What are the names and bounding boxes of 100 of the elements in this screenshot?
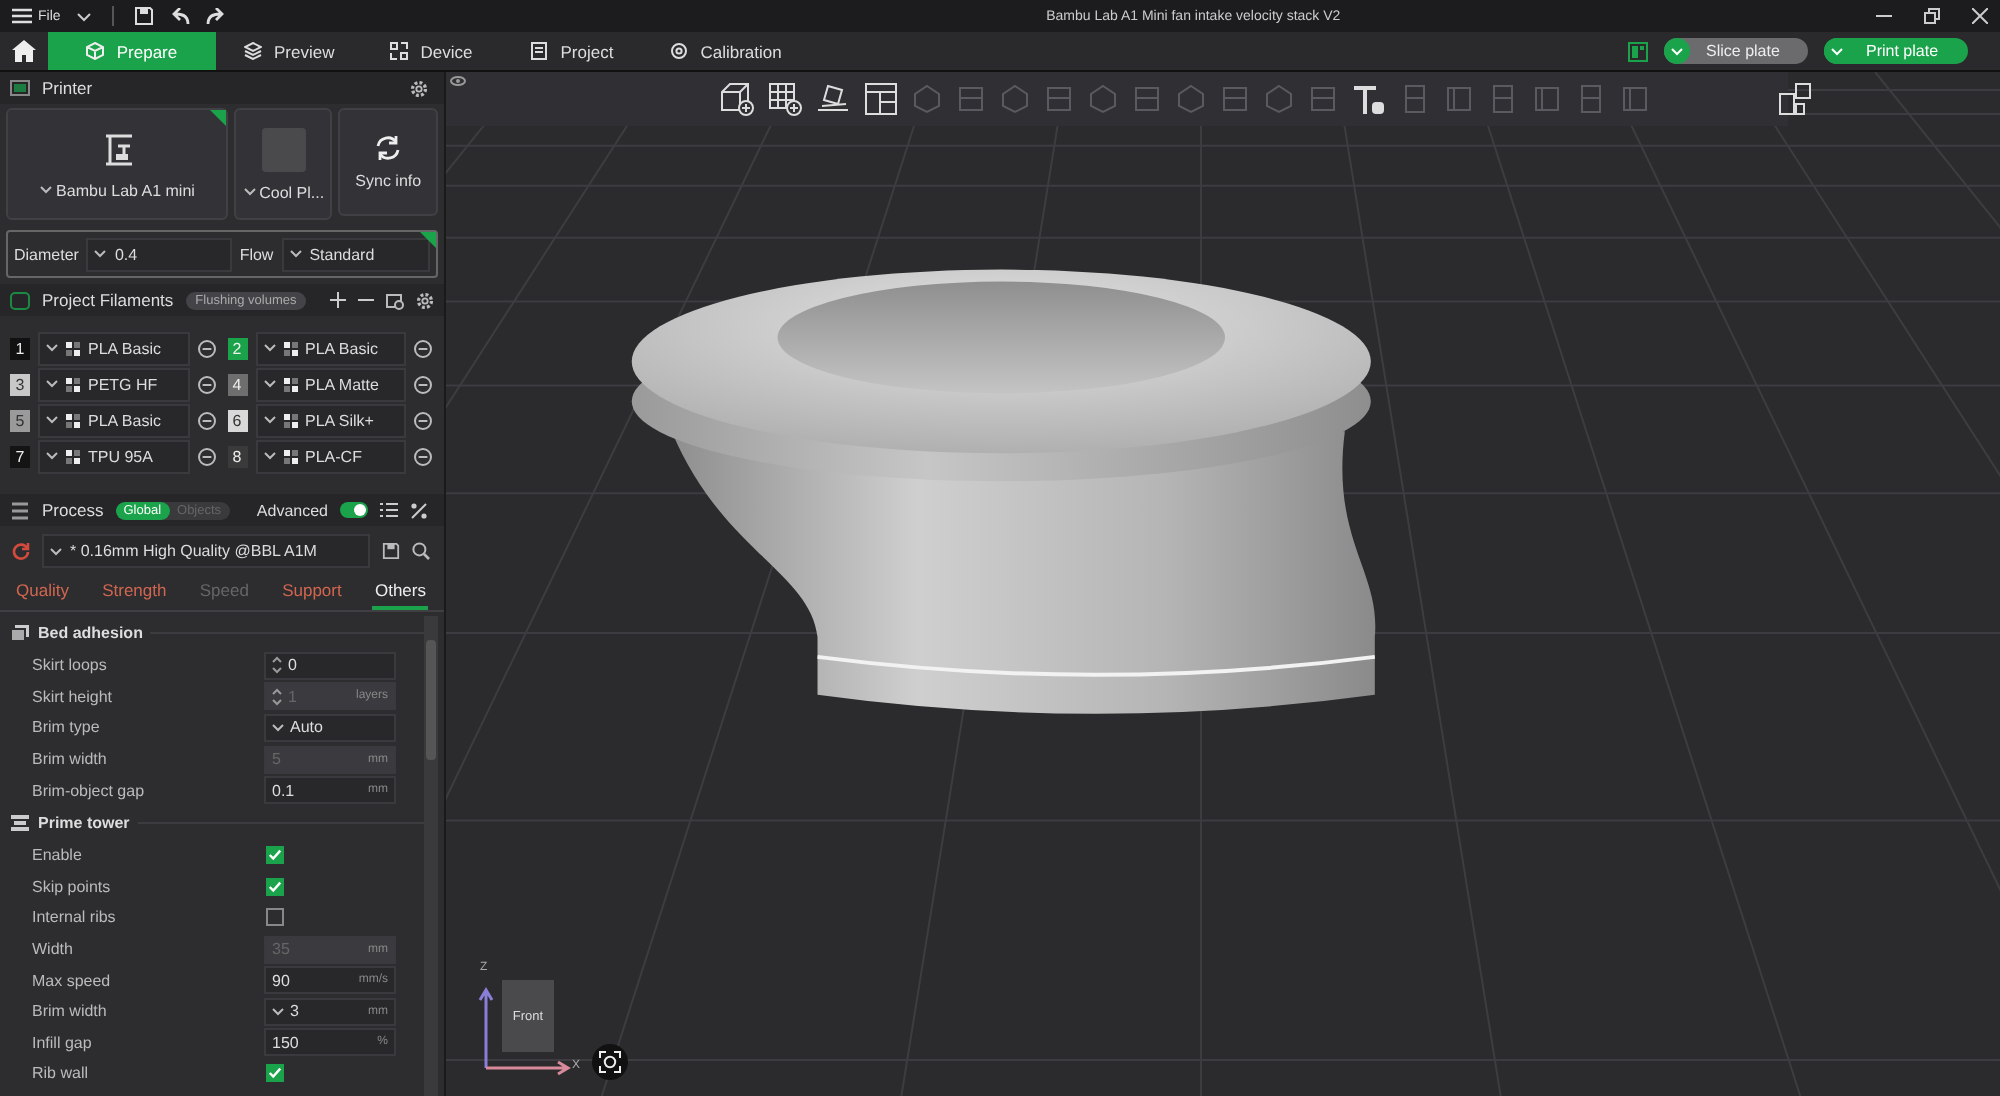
reset-icon[interactable] (12, 542, 30, 560)
caret-icon (46, 380, 58, 388)
redo-icon[interactable] (206, 7, 227, 25)
flow-label: Flow (239, 245, 274, 263)
view-icon[interactable] (450, 76, 466, 86)
flow-dropdown[interactable]: Standard (281, 237, 430, 271)
slice-plate-button[interactable]: Slice plate (1664, 38, 1808, 64)
filament-number[interactable]: 1 (10, 337, 30, 359)
scrollbar[interactable] (424, 616, 438, 1096)
filament-icon (66, 341, 80, 355)
checkbox[interactable] (266, 908, 284, 927)
caret-icon[interactable] (76, 11, 93, 21)
filament-number[interactable]: 7 (10, 445, 30, 467)
filament-number[interactable]: 5 (10, 409, 30, 431)
filament-number[interactable]: 8 (227, 445, 247, 467)
setting-label: Infill gap (32, 1033, 94, 1052)
tab[interactable]: Preview (216, 32, 363, 70)
add-plate-icon[interactable] (768, 82, 802, 116)
tab[interactable]: Calibration (642, 32, 810, 70)
caret-icon (263, 380, 275, 388)
filament-number[interactable]: 3 (10, 373, 30, 395)
setting-label: Brim type (32, 718, 102, 737)
checkbox[interactable] (266, 846, 284, 865)
remove-icon[interactable] (414, 411, 432, 429)
section-title: Printer (42, 78, 93, 98)
caret-icon (94, 250, 107, 258)
filament-dropdown[interactable]: PLA Basic (38, 331, 189, 365)
add-icon[interactable] (330, 292, 347, 308)
remove-icon[interactable] (197, 339, 215, 357)
setting-dropdown[interactable]: Auto (264, 713, 396, 742)
setting-label: Skirt height (32, 687, 115, 706)
printer-card[interactable]: Bambu Lab A1 mini (6, 108, 229, 220)
sync-filament-icon[interactable] (386, 291, 405, 309)
search-icon[interactable] (412, 542, 430, 560)
settings-icon[interactable] (416, 291, 435, 309)
fit-view-icon[interactable] (592, 1044, 628, 1080)
settings-icon[interactable] (410, 79, 428, 97)
filament-icon (283, 413, 297, 427)
tab[interactable]: Device (362, 32, 503, 70)
remove-icon[interactable] (414, 339, 432, 357)
checkbox[interactable] (266, 1064, 284, 1083)
close-icon[interactable] (1972, 8, 1988, 24)
setting-label: Rib wall (32, 1064, 91, 1083)
filament-icon (66, 413, 80, 427)
add-cube-icon[interactable] (720, 82, 754, 116)
plate-card[interactable]: Cool Pl... (234, 108, 333, 220)
filament-dropdown[interactable]: PLA Silk+ (255, 403, 406, 437)
home-icon[interactable] (12, 40, 36, 62)
filament-dropdown[interactable]: PLA Basic (38, 403, 189, 437)
undo-icon[interactable] (170, 7, 191, 25)
caret-icon (50, 547, 62, 555)
filament-dropdown[interactable]: TPU 95A (38, 439, 189, 473)
checkbox[interactable] (266, 877, 284, 896)
text-tool-icon[interactable] (1352, 82, 1386, 116)
remove-icon[interactable] (414, 447, 432, 465)
settings-tab[interactable]: Quality (14, 576, 71, 610)
layers-icon (244, 42, 262, 60)
settings-tab[interactable]: Others (372, 576, 428, 610)
corner-check-icon (420, 232, 436, 248)
remove-icon[interactable] (197, 447, 215, 465)
layers-icon (10, 624, 30, 642)
diameter-dropdown[interactable]: 0.4 (86, 237, 232, 271)
preset-dropdown[interactable]: * 0.16mm High Quality @BBL A1M (42, 534, 370, 568)
split-icon[interactable] (1778, 82, 1812, 116)
save-icon[interactable] (134, 6, 155, 26)
group-title: Bed adhesion (38, 624, 143, 642)
filament-dropdown[interactable]: PLA-CF (255, 439, 406, 473)
restore-icon[interactable] (1924, 8, 1940, 24)
caret-icon (272, 1007, 284, 1016)
settings-tab[interactable]: Support (280, 576, 344, 610)
arrange-icon[interactable] (864, 82, 898, 116)
orient-icon[interactable] (816, 82, 850, 116)
remove-icon[interactable] (197, 411, 215, 429)
caret-icon (46, 416, 58, 424)
save-icon[interactable] (382, 542, 400, 560)
caret-icon (1664, 38, 1690, 64)
settings-tab[interactable]: Strength (100, 576, 169, 610)
caret-icon (46, 344, 58, 352)
caret-icon (272, 723, 284, 732)
caret-icon (263, 344, 275, 352)
advanced-switch[interactable] (340, 502, 368, 518)
percent-icon[interactable] (410, 501, 428, 519)
remove-icon[interactable] (197, 375, 215, 393)
setting-field[interactable]: 0 (264, 651, 396, 680)
plate-icon[interactable] (1628, 41, 1648, 61)
setting-label: Enable (32, 846, 84, 865)
filament-number[interactable]: 6 (227, 409, 247, 431)
setting-label: Brim-object gap (32, 781, 147, 800)
sync-info-button[interactable]: Sync info (338, 108, 438, 216)
list-icon[interactable] (380, 502, 398, 518)
corner-check-icon (210, 110, 227, 126)
filament-dropdown[interactable]: PLA Basic (255, 331, 406, 365)
filament-icon (66, 449, 80, 463)
device-icon (390, 42, 409, 60)
tab[interactable]: Project (502, 32, 643, 70)
printer-icon (10, 79, 30, 97)
filament-dropdown[interactable]: PETG HF (38, 367, 189, 401)
filament-dropdown[interactable]: PLA Matte (255, 367, 406, 401)
filament-number[interactable]: 4 (227, 373, 247, 395)
remove-icon[interactable] (414, 375, 432, 393)
